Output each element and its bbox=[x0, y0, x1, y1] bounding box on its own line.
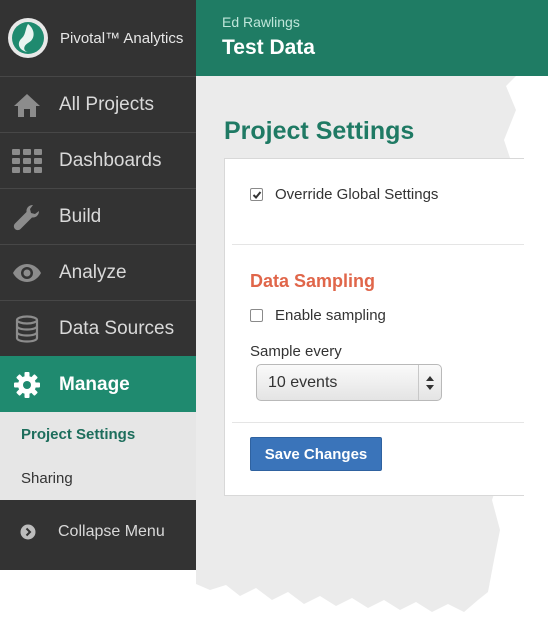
sidebar-item-dashboards[interactable]: Dashboards bbox=[0, 132, 196, 188]
sidebar-item-label: Data Sources bbox=[59, 317, 175, 339]
grid-icon bbox=[12, 146, 42, 176]
sidebar-item-data-sources[interactable]: Data Sources bbox=[0, 300, 196, 356]
sidebar-item-label: Dashboards bbox=[59, 149, 162, 171]
project-name: Test Data bbox=[222, 36, 315, 59]
sidebar-item-label: Build bbox=[59, 205, 102, 227]
collapse-menu-label: Collapse Menu bbox=[58, 523, 165, 540]
header-band: Ed Rawlings Test Data bbox=[196, 0, 548, 76]
enable-sampling-label: Enable sampling bbox=[275, 307, 386, 324]
brand-name: Pivotal™ Analytics bbox=[60, 29, 184, 47]
divider bbox=[232, 422, 524, 423]
sidebar-item-build[interactable]: Build bbox=[0, 188, 196, 244]
eye-icon bbox=[12, 258, 42, 288]
enable-sampling-row[interactable]: Enable sampling bbox=[250, 307, 386, 324]
app-window: Ed Rawlings Test Data Pivotal™ Analytics… bbox=[0, 0, 548, 618]
override-label: Override Global Settings bbox=[275, 186, 439, 203]
database-icon bbox=[12, 314, 42, 344]
sidebar: Pivotal™ Analytics All Projects Dashboar… bbox=[0, 0, 196, 570]
brand[interactable]: Pivotal™ Analytics bbox=[0, 0, 196, 76]
save-changes-button[interactable]: Save Changes bbox=[250, 437, 382, 471]
subnav-item-project-settings[interactable]: Project Settings bbox=[0, 412, 196, 456]
override-global-settings-row[interactable]: Override Global Settings bbox=[250, 186, 438, 203]
sample-every-label: Sample every bbox=[250, 343, 342, 360]
sidebar-item-label: All Projects bbox=[59, 93, 155, 115]
override-checkbox[interactable] bbox=[250, 188, 263, 201]
user-name: Ed Rawlings bbox=[222, 14, 300, 30]
sample-every-value: 10 events bbox=[268, 373, 338, 391]
sidebar-item-manage[interactable]: Manage bbox=[0, 356, 196, 412]
logo-icon bbox=[8, 18, 48, 58]
sidebar-item-all-projects[interactable]: All Projects bbox=[0, 76, 196, 132]
wrench-icon bbox=[12, 202, 42, 232]
collapse-menu-button[interactable]: Collapse Menu bbox=[0, 508, 196, 556]
sidebar-item-label: Analyze bbox=[59, 261, 127, 283]
sub-navigation: Project Settings Sharing bbox=[0, 412, 196, 500]
sidebar-item-label: Manage bbox=[59, 373, 130, 395]
enable-sampling-checkbox[interactable] bbox=[250, 309, 263, 322]
section-title-data-sampling: Data Sampling bbox=[250, 271, 376, 291]
page-title: Project Settings bbox=[224, 117, 415, 145]
sample-every-select[interactable]: 10 events bbox=[256, 364, 442, 401]
subnav-item-sharing[interactable]: Sharing bbox=[0, 456, 196, 500]
chevron-right-circle-icon bbox=[20, 524, 36, 540]
gear-icon bbox=[12, 370, 42, 400]
select-arrows-icon bbox=[418, 365, 441, 400]
home-icon bbox=[12, 90, 42, 120]
sidebar-item-analyze[interactable]: Analyze bbox=[0, 244, 196, 300]
divider bbox=[232, 244, 524, 245]
